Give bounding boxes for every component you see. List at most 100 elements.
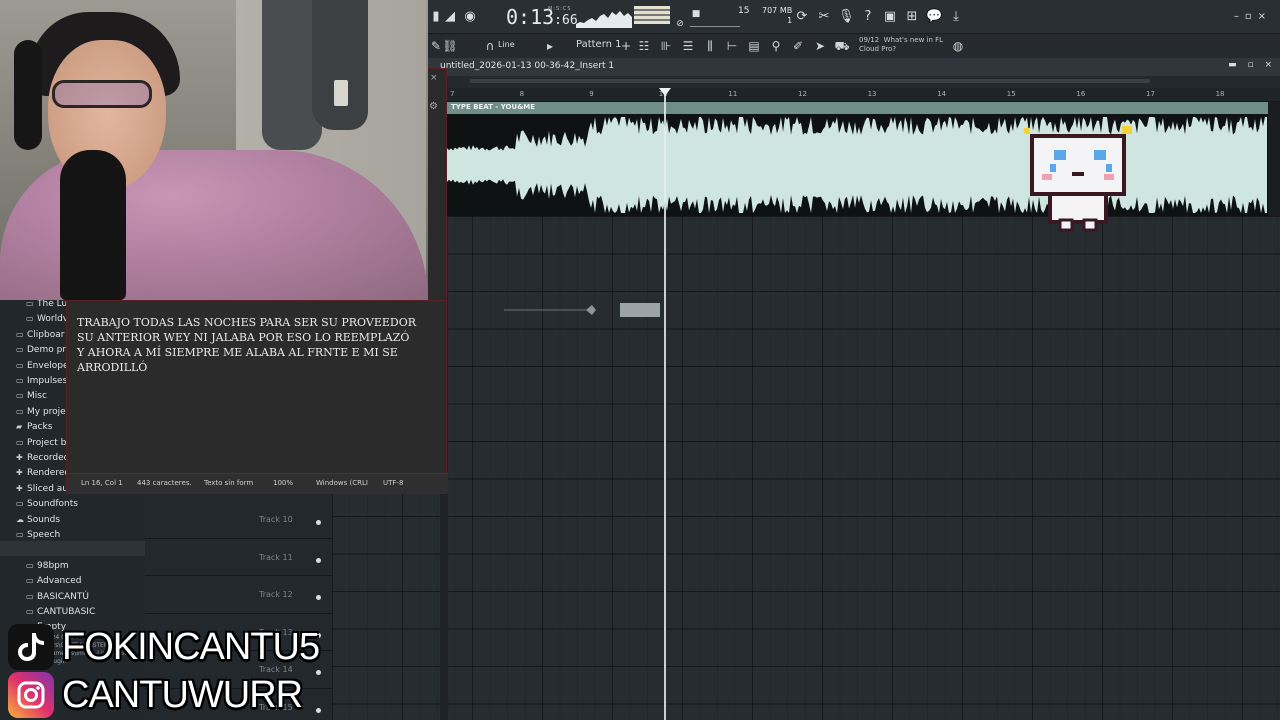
browser-item[interactable]: ▭ Misc bbox=[16, 388, 47, 403]
metronome-icon[interactable]: ⊘ bbox=[672, 16, 688, 32]
time-main: 0:13 bbox=[506, 5, 555, 29]
playlist-grid[interactable] bbox=[332, 216, 1280, 720]
master-slider[interactable] bbox=[690, 26, 740, 27]
save-icon[interactable]: ▣ bbox=[882, 9, 898, 25]
link-icon[interactable]: ⛓ bbox=[442, 38, 458, 54]
plus-icon: ✚ bbox=[16, 453, 23, 462]
tempo-display[interactable]: 15 bbox=[738, 6, 749, 16]
memory-value: 707 MB bbox=[762, 6, 793, 15]
ruler-mark: 16 bbox=[1076, 90, 1086, 98]
tiktok-overlay: FOKINCANTU5 bbox=[8, 624, 320, 670]
browser-item[interactable]: ▰ Packs bbox=[16, 419, 52, 434]
channel-rack-icon[interactable]: ☰ bbox=[680, 38, 696, 54]
playlist-scrollbar[interactable] bbox=[440, 76, 1280, 88]
browser-item-label: Envelope bbox=[27, 360, 69, 371]
pattern-selector[interactable]: Pattern 1 bbox=[576, 39, 622, 50]
status-format: Texto sin form bbox=[204, 479, 254, 487]
app-window-controls[interactable]: –▫× bbox=[1234, 11, 1272, 22]
browser-item-label: BASICANTÚ bbox=[37, 591, 89, 602]
browser-item[interactable]: ▭ Demo pr bbox=[16, 342, 66, 357]
notepad-text-area[interactable]: TRABAJO TODAS LAS NOCHES PARA SER SU PRO… bbox=[77, 315, 427, 375]
folder-icon: ▭ bbox=[16, 391, 24, 401]
folder-icon: ▭ bbox=[16, 360, 24, 370]
news-title: What's new in FL bbox=[883, 36, 944, 44]
globe-icon[interactable]: ◍ bbox=[950, 38, 966, 54]
track-mute-dot[interactable] bbox=[316, 707, 321, 713]
play-arrow-icon[interactable]: ▸ bbox=[542, 38, 558, 54]
ruler-mark: 11 bbox=[728, 90, 738, 98]
ruler-mark: 12 bbox=[798, 90, 807, 98]
folder-icon: ▭ bbox=[16, 437, 24, 447]
track-mute-dot[interactable] bbox=[316, 520, 321, 525]
track-header[interactable]: Track 11 bbox=[145, 539, 332, 576]
audio-clip-header[interactable]: TYPE BEAT - YOU&ME bbox=[447, 102, 1268, 114]
browser-item-label: Speech bbox=[27, 530, 61, 540]
tools-icon[interactable]: ✂ bbox=[816, 9, 832, 25]
snap-label[interactable]: Line bbox=[498, 40, 515, 49]
help-icon[interactable]: ? bbox=[860, 9, 876, 25]
small-audio-clip[interactable] bbox=[500, 300, 664, 320]
cart-icon[interactable]: ⛟ bbox=[834, 38, 850, 54]
browser-item[interactable]: ▭ Worldv bbox=[26, 311, 68, 326]
browser-item[interactable]: ▭ My proje bbox=[16, 404, 66, 419]
instagram-overlay: CANTUWURR bbox=[8, 672, 303, 718]
magnet-icon[interactable]: ∩ bbox=[482, 38, 498, 54]
playhead-marker[interactable] bbox=[659, 88, 671, 96]
notepad-status-bar: Ln 16, Col 1 443 caracteres. Texto sin f… bbox=[67, 473, 448, 493]
track-mute-dot[interactable] bbox=[316, 557, 321, 563]
mixer-icon[interactable]: ⊞ bbox=[904, 9, 920, 25]
browser-item[interactable]: ▭ Project b bbox=[16, 435, 66, 450]
track-mute-dot[interactable] bbox=[316, 670, 321, 675]
piano-roll-icon[interactable]: ⊪ bbox=[658, 38, 674, 54]
news-subtitle: Cloud Pro? bbox=[859, 45, 897, 53]
playhead-line[interactable] bbox=[664, 88, 666, 720]
timeline-ruler[interactable]: 789101112131415161718 bbox=[440, 88, 1280, 102]
browser-item[interactable]: ▭ BASICANTÚ bbox=[26, 589, 89, 604]
status-zoom[interactable]: 100% bbox=[273, 479, 293, 487]
browser-item-label: Sliced au bbox=[27, 483, 68, 494]
ruler-mark: 7 bbox=[450, 90, 455, 98]
track-mute-dot[interactable] bbox=[316, 595, 321, 600]
playlist-icon[interactable]: ☷ bbox=[636, 38, 652, 54]
browser-item[interactable]: ▭ Impulses bbox=[16, 373, 67, 388]
mixer-faders-icon[interactable]: ⫼ bbox=[702, 38, 718, 54]
playlist-window-controls[interactable]: ▬ ▫ × bbox=[1228, 60, 1276, 70]
add-pattern-icon[interactable]: + bbox=[618, 38, 634, 54]
browser-item[interactable]: ▭ Soundfonts bbox=[16, 496, 78, 511]
track-header[interactable]: Track 12 bbox=[145, 576, 332, 614]
browser-item[interactable]: ▭ CANTUBASIC bbox=[26, 604, 95, 619]
track-header[interactable]: Track 10 bbox=[145, 501, 332, 539]
audio-clip-waveform[interactable] bbox=[447, 114, 1268, 216]
browser-item[interactable]: ✚ Sliced au bbox=[16, 481, 68, 496]
notepad-close-icon[interactable]: × bbox=[430, 73, 438, 83]
microphone-icon[interactable]: 🎙 bbox=[838, 9, 855, 25]
browser-item-label: Misc bbox=[27, 391, 47, 402]
browser-item[interactable]: ☁ Sounds bbox=[16, 512, 60, 527]
brush-icon[interactable]: ✐ bbox=[790, 38, 806, 54]
browser-item[interactable]: ✚ Rendered bbox=[16, 465, 70, 480]
settings-gear-icon[interactable]: ⚙ bbox=[429, 101, 438, 112]
ruler-mark: 17 bbox=[1146, 90, 1155, 98]
play-mode-icon[interactable]: ◢ bbox=[442, 9, 458, 25]
plug-icon[interactable]: ⚲ bbox=[768, 38, 784, 54]
browser-item[interactable]: ▭ Advanced bbox=[26, 573, 81, 588]
stop-square-icon[interactable]: ■ bbox=[688, 6, 704, 22]
chat-icon[interactable]: 💬 bbox=[926, 9, 942, 25]
browser-item-label: Advanced bbox=[37, 576, 82, 587]
download-icon[interactable]: ⤓ bbox=[948, 9, 964, 25]
refresh-icon[interactable]: ⟳ bbox=[794, 9, 810, 25]
scrollbar-thumb[interactable] bbox=[470, 79, 1150, 83]
browser-item[interactable]: ▭ Envelope bbox=[16, 358, 69, 373]
browser-tree-icon[interactable]: ⊢ bbox=[724, 38, 740, 54]
browser-item[interactable]: ▭ Clipboar bbox=[16, 327, 64, 342]
browser-item[interactable]: ▭ Speech bbox=[16, 527, 60, 542]
record-mode-icon[interactable]: ◉ bbox=[462, 9, 478, 25]
arrow-tool-icon[interactable]: ➤ bbox=[812, 38, 828, 54]
plugin-icon[interactable]: ▤ bbox=[746, 38, 762, 54]
tiktok-handle: FOKINCANTU5 bbox=[62, 625, 320, 668]
browser-item-label: Impulses bbox=[27, 376, 68, 386]
news-panel[interactable]: 09/12 What's new in FL Cloud Pro? bbox=[859, 36, 943, 54]
webcam-overlay bbox=[0, 0, 428, 300]
browser-item[interactable]: ✚ Recorded bbox=[16, 450, 69, 465]
browser-item[interactable]: ▭ 98bpm bbox=[26, 558, 69, 573]
